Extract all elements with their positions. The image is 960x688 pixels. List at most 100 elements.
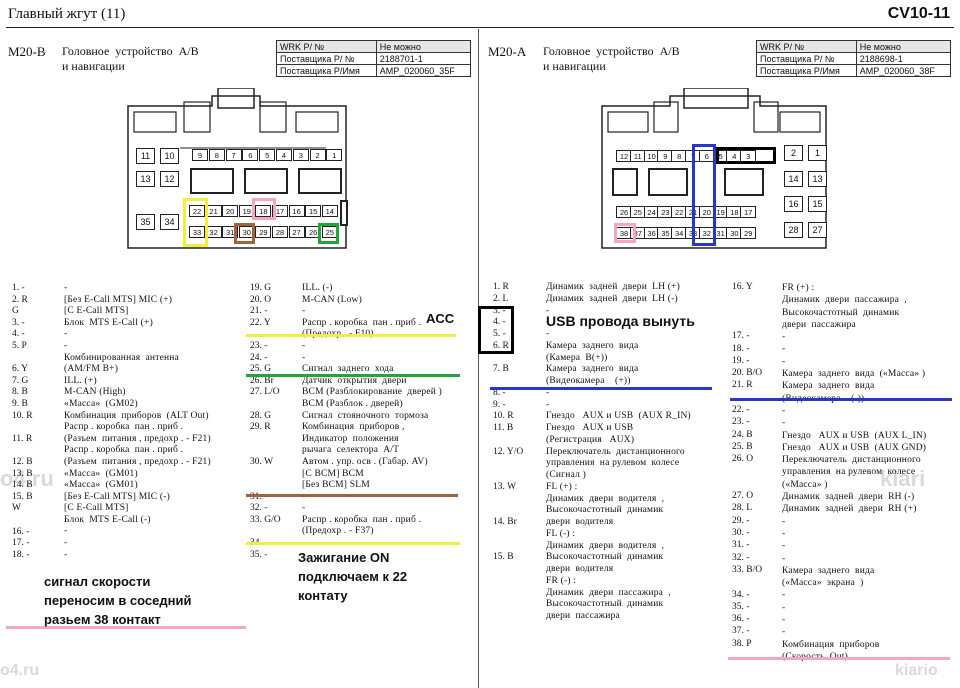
marker-blue-cam-minus	[730, 398, 952, 401]
pin-number: 19. -	[732, 355, 750, 366]
info-val: Не можно	[855, 40, 952, 53]
pin-number: 22. -	[732, 405, 750, 415]
pin-number: 30. W	[250, 457, 274, 467]
watermark: kiario	[895, 662, 938, 679]
connector-pin: 35	[136, 214, 155, 230]
pin-number: 32. -	[250, 503, 268, 514]
connector-pin: 5	[259, 149, 276, 161]
connector-pin: 1	[326, 149, 343, 161]
connector-cavity	[340, 200, 348, 226]
pin-number: 7. G	[12, 375, 29, 386]
marker-blue-cam-plus	[490, 387, 712, 390]
connector-pin: 34	[160, 214, 179, 230]
pin-number: 15. B	[12, 491, 33, 502]
info-key: Поставщика P/Имя	[756, 64, 857, 77]
pin-number: 24. -	[250, 352, 268, 363]
pin-number: 25. B	[732, 441, 753, 452]
pin-number: 11. B	[493, 423, 514, 433]
connector-pin: 3	[292, 149, 309, 161]
connector-cavity	[612, 168, 638, 196]
highlight-black-3-6	[716, 147, 776, 164]
connector-pin: 2	[309, 149, 326, 161]
connector-pin: 6	[242, 149, 259, 161]
pin-number: 3. -	[12, 317, 25, 328]
marker-yellow-acc	[246, 334, 456, 337]
pin-number: 34. -	[732, 589, 750, 600]
pin-number: 1. -	[12, 283, 25, 293]
pin-number: 26. O	[732, 454, 754, 465]
pin-number: 10. R	[12, 410, 33, 421]
connector-pin: 10	[160, 148, 179, 164]
pin-number: 33. G/O	[250, 515, 281, 525]
pin-number: 11. R	[12, 433, 33, 444]
marker-pink-speed-out	[728, 657, 950, 660]
connector-pin: 14	[321, 205, 338, 217]
doc-code: CV10-11	[887, 5, 950, 22]
pin-number: 32. -	[732, 552, 750, 563]
pin-number: 21. -	[250, 306, 268, 317]
connector-pin: 15	[305, 205, 322, 217]
annotation-usb: USB провода вынуть	[546, 313, 695, 329]
info-val: 2188701-1	[375, 52, 472, 65]
info-val: Не можно	[375, 40, 472, 53]
pin-number: 27. O	[732, 491, 754, 502]
pin-number: 9. B	[12, 399, 28, 409]
pin-number: 22. Y	[250, 317, 271, 328]
connector-cavity	[298, 168, 342, 194]
pin-number: 23. -	[732, 417, 750, 428]
marker-brown-slm	[246, 494, 458, 497]
highlight-pink-18	[252, 198, 276, 220]
connector-pin: 15	[808, 196, 827, 212]
pin-number: 8. B	[12, 387, 28, 398]
pin-number: 18. -	[732, 343, 750, 354]
connector-pin: 28	[272, 226, 288, 238]
connector-pin: 14	[784, 171, 803, 187]
annotation-acc: ACC	[426, 311, 455, 326]
pin-number: 31. -	[732, 540, 750, 551]
pin-number: 10. R	[493, 411, 514, 422]
pin-number: 1. R	[493, 282, 509, 292]
pin-number: 7. B	[493, 364, 509, 375]
pin-number: 35. -	[250, 549, 268, 560]
pin-number: 28. G	[250, 410, 272, 421]
pin-number: 38. P	[732, 638, 752, 649]
pin-number: W	[12, 503, 21, 514]
connector-pin: 9	[192, 149, 208, 161]
watermark: o4.ru	[0, 662, 40, 679]
connector-id: M20-B	[8, 44, 46, 59]
connector-pin: 28	[784, 222, 803, 238]
pin-number: 20. O	[250, 294, 272, 305]
pin-number: 13. W	[493, 481, 517, 492]
connector-pin: 16	[784, 196, 803, 212]
connector-cavity	[190, 168, 234, 194]
connector-pin: 1	[808, 145, 827, 161]
info-key: Поставщика P/ №	[276, 52, 377, 65]
pin-number: 13. B	[12, 468, 33, 479]
pin-number: 14. B	[12, 480, 33, 491]
pin-number: 9. -	[493, 399, 506, 410]
connector-pin: 27	[808, 222, 827, 238]
pin-number: 27. L/O	[250, 387, 280, 398]
info-key: Поставщика P/Имя	[276, 64, 377, 77]
marker-yellow-ign	[246, 542, 460, 545]
pin-number: 4. -	[12, 329, 25, 340]
pin-number: 23. -	[250, 341, 268, 351]
info-val: AMP_020060_38F	[855, 64, 952, 77]
pin-number: 5. P	[12, 341, 27, 351]
pin-number: 2. L	[493, 293, 509, 304]
pin-number: 12. B	[12, 457, 33, 467]
connector-id: M20-A	[488, 44, 527, 59]
connector-cavity	[724, 168, 764, 196]
marker-black-box-3-6	[478, 306, 514, 354]
info-table-right: WRK P/ № Не можно Поставщика P/ № 2188698-…	[756, 40, 952, 77]
connector-pin: 12	[160, 171, 179, 187]
connector-pin: 8	[208, 149, 225, 161]
connector-pin: 27	[288, 226, 305, 238]
pin-number: 21. R	[732, 380, 753, 391]
connector-pin: 13	[808, 171, 827, 187]
annotation-ignition: Зажигание ON подключаем к 22 контату	[298, 550, 408, 603]
pin-number: 26. Br	[250, 375, 274, 386]
info-key: Поставщика P/ №	[756, 52, 857, 65]
header-rule	[6, 27, 954, 28]
pin-number: 29. R	[250, 422, 271, 433]
